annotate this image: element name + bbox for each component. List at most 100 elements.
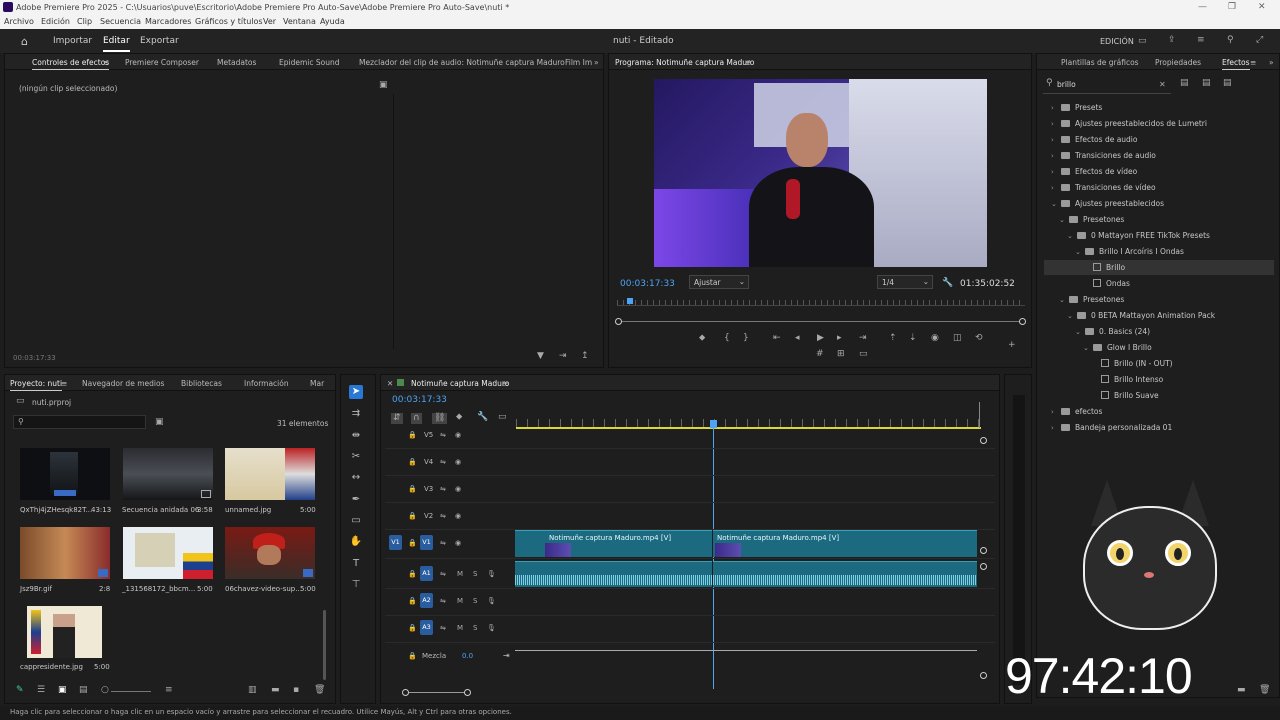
effects-tree-item[interactable]: Brillo [1083,263,1125,272]
eye-icon[interactable]: ◉ [455,458,461,466]
effects-tree-item[interactable]: › Transiciones de vídeo [1051,183,1156,192]
play-icon[interactable]: ▶ [817,334,824,343]
zoom-slider-icon[interactable]: ○ [101,686,109,695]
program-timecode[interactable]: 00:03:17:33 [620,279,675,289]
effects-tree-item[interactable]: ⌄ Brillo I Arcoíris I Ondas [1075,247,1184,256]
new-bin-icon[interactable]: ▬ [271,686,280,695]
mute-button[interactable]: M [457,570,463,578]
eye-icon[interactable]: ◉ [455,539,461,547]
thumb-item-6[interactable] [225,527,315,579]
step-back-icon[interactable]: ◂ [795,334,800,343]
chevron-right-icon[interactable]: › [1051,168,1059,176]
microphone-icon[interactable]: 🎙 [487,624,496,632]
menu-ver[interactable]: Ver [263,17,276,26]
tab-effect-controls[interactable]: Controles de efectos [32,58,110,70]
lock-icon[interactable]: 🔒 [408,512,417,520]
mix-end-marker[interactable] [980,672,987,679]
fullscreen-icon[interactable]: ⤢ [1256,36,1263,45]
tab-project[interactable]: Proyecto: nuti [10,379,63,391]
zoom-handle-right[interactable] [1019,318,1026,325]
tab-exportar[interactable]: Exportar [140,36,179,46]
project-scrollbar[interactable] [323,610,326,680]
effects-tree-item[interactable]: › Ajustes preestablecidos de Lumetri [1051,119,1207,128]
scroll-handle-left[interactable] [402,689,409,696]
menu-archivo[interactable]: Archivo [4,17,34,26]
menu-marcadores[interactable]: Marcadores [145,17,191,26]
timeline-timecode[interactable]: 00:03:17:33 [392,395,447,405]
program-title[interactable]: Programa: Notimuñe captura Maduro [615,58,755,69]
trash-icon[interactable]: 🗑 [314,686,325,695]
effects-tree-item[interactable]: ⌄ 0. Basics (24) [1075,327,1150,336]
lock-icon[interactable]: 🔒 [408,539,417,547]
ec-play-only-icon[interactable]: ⇥ [559,352,567,361]
tab-epidemic-sound[interactable]: Epidemic Sound [279,58,339,67]
resolution-select[interactable]: 1/4 ⌄ [877,275,933,289]
fit-select[interactable]: Ajustar ⌄ [689,275,749,289]
program-ruler[interactable] [617,300,1025,306]
skip-to-end-icon[interactable]: ⇥ [503,651,510,660]
chevron-right-icon[interactable]: › [1051,152,1059,160]
video-clip-1[interactable]: Notimuñe captura Maduro.mp4 [V] [515,530,712,557]
overflow-chevron-icon[interactable]: » [594,58,599,67]
loop-icon[interactable]: ⟲ [975,334,983,343]
effects-tree-item[interactable]: ⌄ Glow I Brillo [1083,343,1152,352]
thumb-item-1[interactable] [20,448,110,500]
chevron-right-icon[interactable]: › [1051,120,1059,128]
mute-button[interactable]: M [457,597,463,605]
wrench-icon[interactable]: 🔧 [942,279,953,288]
chevron-right-icon[interactable]: › [1051,136,1059,144]
effects-tree-item[interactable]: › Presets [1051,103,1102,112]
share-icon[interactable]: ⇪ [1168,36,1176,45]
menu-edicion[interactable]: Edición [41,17,70,26]
toggle-timeline-icon[interactable]: ▣ [379,81,388,90]
add-button-icon[interactable]: + [1008,341,1016,350]
settings-wrench-icon[interactable]: 🔧 [477,413,488,422]
audio-clip-1[interactable] [515,561,712,587]
effects-trash-icon[interactable]: 🗑 [1259,686,1270,695]
playhead-handle[interactable] [710,420,717,428]
linked-selection-icon[interactable]: ⛓ [432,413,448,424]
playhead-marker[interactable] [627,298,633,304]
microphone-icon[interactable]: 🎙 [487,597,496,605]
effects-tree-item[interactable]: Ondas [1083,279,1130,288]
ripple-edit-tool-icon[interactable]: ⇹ [349,429,363,443]
snap-icon[interactable]: ∩ [411,413,422,424]
lock-icon[interactable]: 🔒 [408,485,417,493]
chevron-right-icon[interactable]: › [1051,408,1059,416]
menu-ventana[interactable]: Ventana [283,17,316,26]
safe-margins-icon[interactable]: # [816,350,824,359]
timeline-h-scroll[interactable] [404,692,470,693]
extract-icon[interactable]: ⇣ [909,334,917,343]
tab-importar[interactable]: Importar [53,36,92,46]
sync-lock-icon[interactable]: ⇋ [440,431,446,439]
hand-tool-icon[interactable]: ✋ [349,535,363,549]
tab-effects[interactable]: Efectos [1222,58,1250,70]
effects-tree-item[interactable]: › efectos [1051,407,1102,416]
mute-button[interactable]: M [457,624,463,632]
automate-sequence-icon[interactable]: ▥ [248,686,257,695]
mix-track-end-marker[interactable] [980,437,987,444]
sync-lock-icon[interactable]: ⇋ [440,539,446,547]
icon-view-icon[interactable]: ▣ [58,686,67,695]
menu-lines-icon[interactable]: ≡ [1197,36,1205,45]
zoom-handle-left[interactable] [615,318,622,325]
clear-search-icon[interactable]: ✕ [1159,80,1166,89]
project-search-field[interactable]: ⚲ [13,415,146,429]
tab-media-browser[interactable]: Navegador de medios [82,379,164,388]
chevron-down-icon[interactable]: ⌄ [1083,344,1091,352]
effects-new-bin-icon[interactable]: ▬ [1237,686,1246,695]
sync-lock-icon[interactable]: ⇋ [440,458,446,466]
lock-icon[interactable]: 🔒 [408,458,417,466]
track-select-tool-icon[interactable]: ⇉ [349,407,363,421]
go-to-out-icon[interactable]: ⇥ [859,334,867,343]
add-marker-icon[interactable]: ⬥ [699,334,705,343]
v1-track-end-marker[interactable] [980,547,987,554]
scroll-handle-right[interactable] [464,689,471,696]
type-tool-icon[interactable]: T [349,557,363,571]
sync-lock-icon[interactable]: ⇋ [440,624,446,632]
eye-icon[interactable]: ◉ [455,512,461,520]
sync-lock-icon[interactable]: ⇋ [440,570,446,578]
zoom-scrollbar[interactable] [617,321,1025,322]
maximize-icon[interactable]: ❐ [1228,2,1236,12]
close-icon[interactable]: ✕ [1258,2,1266,12]
